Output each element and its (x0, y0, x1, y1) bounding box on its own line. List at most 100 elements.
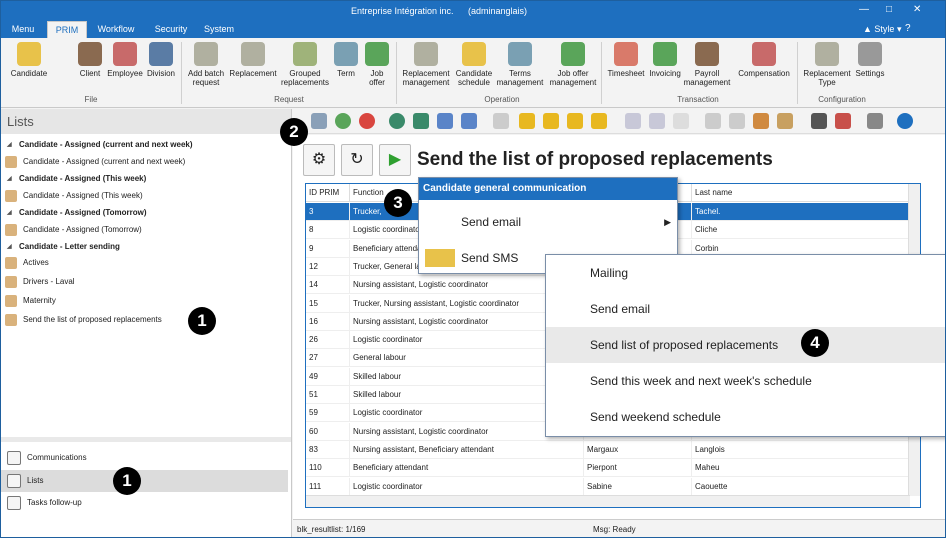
payroll-management-button[interactable]: Payroll management (683, 42, 731, 87)
invoicing-icon (653, 42, 677, 66)
first-icon[interactable] (519, 113, 535, 129)
save-icon[interactable] (311, 113, 327, 129)
window-title: Entreprise Intégration inc. (351, 6, 454, 16)
app-window: Entreprise Intégration inc. (adminanglai… (0, 0, 946, 538)
candidate-schedule-button[interactable]: Candidate schedule (453, 42, 495, 87)
close-icon[interactable]: ✕ (913, 4, 921, 15)
clipboard-icon[interactable] (705, 113, 721, 129)
mail-icon[interactable] (649, 113, 665, 129)
send-proposed-replacements-item[interactable]: Send list of proposed replacements (546, 327, 945, 363)
refresh-button[interactable]: ↻ (341, 144, 373, 176)
list-group[interactable]: ◢ Candidate - Letter sending (7, 239, 120, 255)
mailing-item[interactable]: Mailing (546, 255, 945, 291)
clear-filter-icon[interactable] (461, 113, 477, 129)
table-row[interactable]: 83 Nursing assistant, Beneficiary attenda… (306, 440, 910, 459)
list-item[interactable]: Drivers - Laval (5, 274, 75, 290)
list-item[interactable]: Candidate - Assigned (Tomorrow) (5, 222, 142, 238)
calculator-icon[interactable] (811, 113, 827, 129)
envelope-icon (552, 372, 582, 390)
job-offer-button[interactable]: Job offer (363, 42, 391, 87)
history-icon[interactable] (729, 113, 745, 129)
tab-prim[interactable]: PRIM (47, 21, 87, 38)
minimize-icon[interactable]: — (859, 4, 869, 15)
table-cell: 3 (306, 203, 350, 221)
add-icon[interactable] (335, 113, 351, 129)
last-icon[interactable] (591, 113, 607, 129)
style-menu[interactable]: ▲ Style ▾ (863, 24, 901, 35)
send-email-sub-item[interactable]: Send email (546, 291, 945, 327)
help-circle-icon[interactable] (897, 113, 913, 129)
run-button[interactable]: ▶ (379, 144, 411, 176)
previous-icon[interactable] (543, 113, 559, 129)
replacement-button[interactable]: Replacement (227, 42, 279, 78)
delete-icon[interactable] (359, 113, 375, 129)
settings-button[interactable]: Settings (853, 42, 887, 78)
column-header[interactable]: ID PRIM (306, 184, 350, 202)
list-item[interactable]: Maternity (5, 293, 56, 309)
search-icon[interactable] (389, 113, 405, 129)
refresh-icon: ↻ (350, 151, 364, 168)
grouped-replacements-button[interactable]: Grouped replacements (277, 42, 333, 87)
send-email-item[interactable]: Send email ▶ (419, 204, 677, 240)
term-button[interactable]: Term (334, 42, 358, 78)
send-weekend-schedule-item[interactable]: Send weekend schedule (546, 399, 945, 435)
group-request: Request (274, 95, 304, 104)
callout-marker: 4 (801, 329, 829, 357)
tab-security[interactable]: Security (149, 21, 193, 38)
client-button[interactable]: Client (77, 42, 103, 78)
next-icon[interactable] (567, 113, 583, 129)
chart-icon[interactable] (777, 113, 793, 129)
tab-menu[interactable]: Menu (5, 21, 41, 38)
table-row[interactable]: 110 Beneficiary attendant Pierpont Maheu (306, 459, 910, 478)
export-icon[interactable] (753, 113, 769, 129)
replacement-type-button[interactable]: Replacement Type (801, 42, 853, 87)
nav-communications[interactable]: Communications (1, 447, 288, 469)
settings-gear-button[interactable]: ⚙ (303, 144, 335, 176)
tab-system[interactable]: System (199, 21, 239, 38)
maximize-icon[interactable]: □ (886, 4, 892, 15)
filter-icon[interactable] (437, 113, 453, 129)
horizontal-scrollbar[interactable] (306, 495, 910, 507)
list-group[interactable]: ◢ Candidate - Assigned (current and next … (7, 137, 193, 153)
employee-button[interactable]: Employee (105, 42, 145, 78)
list-item[interactable]: Actives (5, 255, 49, 271)
replacement-management-button[interactable]: Replacement management (399, 42, 453, 87)
envelope-icon (425, 213, 455, 231)
timesheet-button[interactable]: Timesheet (605, 42, 647, 78)
list-item[interactable]: Candidate - Assigned (current and next w… (5, 154, 185, 170)
list-group[interactable]: ◢ Candidate - Assigned (Tomorrow) (7, 205, 147, 221)
list-item[interactable]: Candidate - Assigned (This week) (5, 188, 143, 204)
table-cell: 83 (306, 440, 350, 459)
add-batch-request-button[interactable]: Add batch request (185, 42, 227, 87)
table-row[interactable]: 111 Logistic coordinator Sabine Caouette (306, 477, 910, 496)
calendar-icon[interactable] (835, 113, 851, 129)
division-button[interactable]: Division (145, 42, 177, 78)
send-email-submenu: Mailing Send email Send list of proposed… (545, 254, 945, 437)
list-item[interactable]: Send the list of proposed replacements (5, 312, 162, 328)
send-two-week-schedule-item[interactable]: Send this week and next week's schedule (546, 363, 945, 399)
splitter[interactable] (1, 437, 291, 442)
nav-tasks-follow-up[interactable]: Tasks follow-up (1, 492, 288, 514)
table-cell: 9 (306, 239, 350, 258)
candidate-button[interactable]: Candidate (7, 42, 51, 78)
phone-icon[interactable] (673, 113, 689, 129)
gear-icon (858, 42, 882, 66)
list-group[interactable]: ◢ Candidate - Assigned (This week) (7, 171, 146, 187)
tab-workflow[interactable]: Workflow (91, 21, 141, 38)
help-icon[interactable]: ? (905, 23, 911, 34)
search-next-icon[interactable] (413, 113, 429, 129)
message-icon[interactable] (625, 113, 641, 129)
invoicing-button[interactable]: Invoicing (647, 42, 683, 78)
job-offer-management-button[interactable]: Job offer management (547, 42, 599, 87)
compensation-button[interactable]: Compensation (735, 42, 793, 78)
terms-management-button[interactable]: Terms management (495, 42, 545, 87)
table-cell: Pierpont (584, 459, 692, 478)
lock-icon[interactable] (867, 113, 883, 129)
table-cell: 8 (306, 221, 350, 240)
nav-lists[interactable]: Lists (1, 470, 288, 492)
menu-bar: Menu PRIM Workflow Security System ▲ Sty… (1, 21, 945, 38)
tasks-icon (7, 496, 21, 510)
document-icon[interactable] (493, 113, 509, 129)
column-header[interactable]: Last name (692, 184, 910, 202)
table-cell: 51 (306, 386, 350, 404)
